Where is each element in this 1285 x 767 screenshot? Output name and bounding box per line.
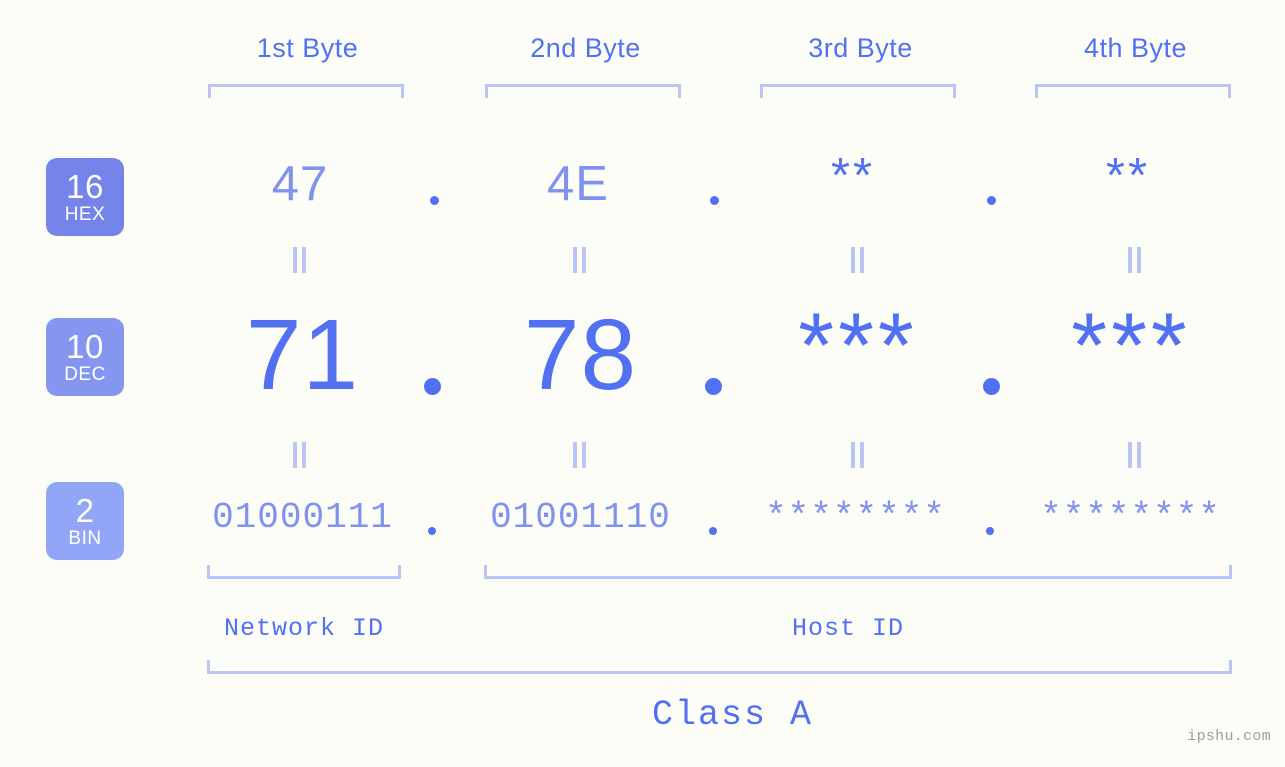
base-badge-hex: 16 HEX <box>46 158 124 236</box>
hex-byte-1: 47 <box>271 157 329 211</box>
bin-separator-dot-3 <box>986 527 994 535</box>
base-badge-dec-name: DEC <box>64 364 106 385</box>
equality-mark-hex-dec-2 <box>571 247 588 273</box>
network-id-label: Network ID <box>223 614 385 643</box>
base-badge-hex-number: 16 <box>66 168 104 205</box>
base-badge-bin: 2 BIN <box>46 482 124 560</box>
class-label: Class A <box>651 695 814 735</box>
host-id-label: Host ID <box>791 614 905 643</box>
dec-separator-dot-2 <box>705 378 722 395</box>
bin-byte-2: 01001110 <box>490 497 671 538</box>
dec-byte-3: *** <box>798 295 918 397</box>
byte-bracket-top-3 <box>760 84 956 98</box>
byte-bracket-top-1 <box>208 84 404 98</box>
equality-mark-hex-dec-4 <box>1126 247 1143 273</box>
byte-bracket-top-2 <box>485 84 681 98</box>
class-bracket <box>207 660 1232 674</box>
byte-header-1: 1st Byte <box>256 33 359 63</box>
equality-mark-dec-bin-4 <box>1126 442 1143 468</box>
base-badge-bin-name: BIN <box>68 528 102 549</box>
dec-separator-dot-1 <box>424 378 441 395</box>
byte-header-3: 3rd Byte <box>808 33 913 63</box>
dec-byte-1: 71 <box>245 299 360 411</box>
site-watermark: ipshu.com <box>1187 728 1271 745</box>
byte-header-4: 4th Byte <box>1083 33 1188 63</box>
equality-mark-dec-bin-1 <box>291 442 308 468</box>
byte-header-2: 2nd Byte <box>530 33 641 63</box>
hex-byte-2: 4E <box>547 157 609 211</box>
dec-byte-4: *** <box>1071 295 1191 397</box>
base-badge-dec-number: 10 <box>66 328 104 365</box>
base-badge-hex-name: HEX <box>64 204 106 225</box>
hex-separator-dot-2 <box>710 196 719 205</box>
ip-breakdown-diagram: 1st Byte 2nd Byte 3rd Byte 4th Byte 16 H… <box>0 0 1285 767</box>
equality-mark-hex-dec-3 <box>849 247 866 273</box>
bin-byte-4: ******** <box>1040 497 1221 538</box>
hex-separator-dot-3 <box>987 196 996 205</box>
bin-byte-3: ******** <box>765 497 946 538</box>
bin-separator-dot-2 <box>709 527 717 535</box>
equality-mark-hex-dec-1 <box>291 247 308 273</box>
byte-bracket-top-4 <box>1035 84 1231 98</box>
dec-separator-dot-3 <box>983 378 1000 395</box>
base-badge-bin-number: 2 <box>75 492 95 529</box>
hex-byte-4: ** <box>1105 149 1151 203</box>
bin-byte-1: 01000111 <box>212 497 393 538</box>
hex-separator-dot-1 <box>430 196 439 205</box>
network-id-bracket <box>207 565 401 579</box>
base-badge-dec: 10 DEC <box>46 318 124 396</box>
host-id-bracket <box>484 565 1232 579</box>
equality-mark-dec-bin-3 <box>849 442 866 468</box>
equality-mark-dec-bin-2 <box>571 442 588 468</box>
bin-separator-dot-1 <box>428 527 436 535</box>
dec-byte-2: 78 <box>523 299 638 411</box>
hex-byte-3: ** <box>830 149 876 203</box>
